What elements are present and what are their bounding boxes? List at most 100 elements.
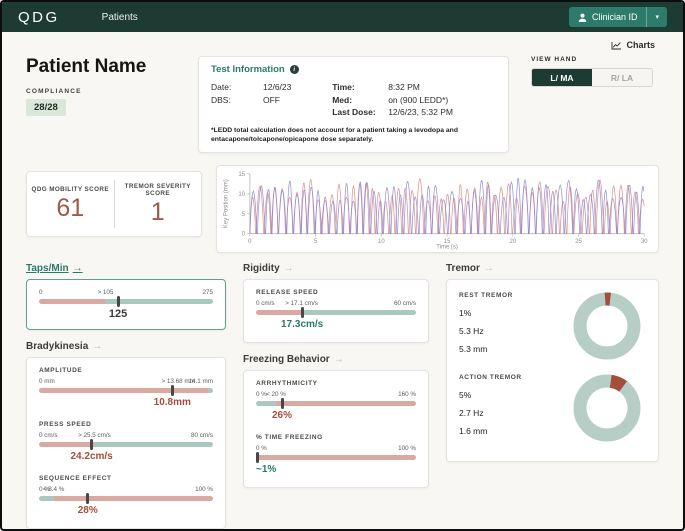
- slider-track: [256, 401, 416, 406]
- test-info-row-dbs: DBS: OFF: [211, 94, 320, 107]
- taps-per-min-link[interactable]: Taps/Min →: [26, 263, 226, 274]
- last-dose-label: Last Dose:: [332, 106, 388, 119]
- amplitude-value: 10.8mm: [154, 397, 191, 408]
- freezing-behavior-link[interactable]: Freezing Behavior →: [243, 354, 429, 365]
- amplitude-label: AMPLITUDE: [39, 367, 213, 374]
- rigidity-title: Rigidity: [243, 263, 280, 274]
- arrow-right-icon: →: [92, 341, 102, 352]
- slider-track: [39, 496, 213, 501]
- arrhythmicity-value: 26%: [272, 410, 292, 421]
- tremor-link[interactable]: Tremor →: [446, 263, 659, 274]
- action-tremor-donut: [570, 371, 644, 445]
- time-freezing-value: ~1%: [256, 464, 276, 475]
- test-info-row-med: Med: on (900 LEDD*): [332, 94, 496, 107]
- svg-text:10: 10: [378, 239, 385, 245]
- rest-tremor-mm: 5.3 mm: [459, 344, 513, 354]
- bradykinesia-link[interactable]: Bradykinesia →: [26, 341, 226, 352]
- charts-link-label: Charts: [626, 40, 655, 50]
- svg-text:Time (s): Time (s): [436, 244, 458, 249]
- clinician-id-main[interactable]: Clinician ID: [569, 7, 647, 27]
- slider-max-label: 80 cm/s: [191, 432, 213, 439]
- rigidity-panel: RELEASE SPEED 0 cm/s > 17.1 cm/s 60 cm/s…: [243, 279, 429, 343]
- patient-name: Patient Name: [26, 56, 176, 78]
- taps-slider-labels: 0 > 105 275: [39, 289, 213, 298]
- tremor-title: Tremor: [446, 263, 480, 274]
- svg-text:Key Position (mm): Key Position (mm): [224, 179, 230, 228]
- arrow-right-icon: →: [73, 263, 83, 274]
- charts-row: Charts: [26, 38, 659, 54]
- slider-max-label: 100 %: [398, 445, 416, 452]
- time-value: 8:32 PM: [388, 81, 420, 94]
- time-freezing-slider: 0 % 100 % ~1%: [256, 445, 416, 477]
- test-info-header: Test Information i: [211, 64, 496, 75]
- taps-title: Taps/Min: [26, 263, 69, 274]
- key-position-chart-card: 051015051015202530Time (s)Key Position (…: [216, 165, 659, 253]
- taps-slider: 0 > 105 275 125: [39, 289, 213, 321]
- metrics-column-2: Rigidity → RELEASE SPEED 0 cm/s > 17.1 c…: [243, 263, 429, 488]
- slider-marker: [171, 385, 174, 396]
- clinician-id-button[interactable]: Clinician ID ▾: [569, 7, 667, 27]
- person-icon: [578, 13, 587, 22]
- slider-max-label: 160 %: [398, 391, 416, 398]
- tremor-panel: REST TREMOR 1% 5.3 Hz 5.3 mm: [446, 279, 659, 462]
- metrics-column-1: Taps/Min → 0 > 105 275 125: [26, 263, 226, 529]
- action-tremor-pct: 5%: [459, 390, 522, 400]
- freezing-card: Freezing Behavior → ARRHYTHMICITY 0 % < …: [243, 354, 429, 488]
- action-tremor-hz: 2.7 Hz: [459, 408, 522, 418]
- compliance-label: COMPLIANCE: [26, 88, 176, 95]
- clinician-dropdown-caret[interactable]: ▾: [646, 7, 667, 27]
- rigidity-link[interactable]: Rigidity →: [243, 263, 429, 274]
- slider-min-label: 0 cm/s: [256, 300, 275, 307]
- rest-tremor-label: REST TREMOR: [459, 292, 513, 299]
- slider-min-label: 0 %: [256, 445, 267, 452]
- test-information-card: Test Information i Date: 12/6/23 DBS: OF…: [198, 56, 509, 153]
- sequence-effect-metric: SEQUENCE EFFECT 0 % < 8.4 % 100 % 28%: [39, 475, 213, 518]
- slider-track: [256, 310, 416, 315]
- patient-header-row: Patient Name COMPLIANCE 28/28 Test Infor…: [26, 56, 659, 153]
- slider-threshold-label: < 8.4 %: [43, 486, 65, 493]
- view-hand-right-button[interactable]: R/ LA: [592, 69, 652, 86]
- slider-threshold-label: > 105: [97, 289, 113, 296]
- mobility-score: QDG MOBILITY SCORE 61: [27, 172, 114, 236]
- taps-panel[interactable]: 0 > 105 275 125: [26, 279, 226, 330]
- slider-min-label: 0 mm: [39, 378, 55, 385]
- view-hand-left-button[interactable]: L/ MA: [532, 69, 592, 86]
- press-speed-value: 24.2cm/s: [70, 451, 112, 462]
- slider-threshold-label: > 17.1 cm/s: [285, 300, 318, 307]
- arrhythmicity-metric: ARRHYTHMICITY 0 % < 20 % 160 % 26%: [256, 380, 416, 423]
- slider-marker: [86, 493, 89, 504]
- patient-block: Patient Name COMPLIANCE 28/28: [26, 56, 176, 116]
- press-speed-slider: 0 cm/s > 25.5 cm/s 80 cm/s 24.2cm/s: [39, 432, 213, 464]
- arrow-right-icon: →: [484, 263, 494, 274]
- sequence-effect-label: SEQUENCE EFFECT: [39, 475, 213, 482]
- test-info-row-date: Date: 12/6/23: [211, 81, 320, 94]
- clinician-id-label: Clinician ID: [592, 12, 638, 22]
- slider-marker: [256, 452, 259, 463]
- rest-tremor-donut: [570, 289, 644, 363]
- key-position-line-chart: 051015051015202530Time (s)Key Position (…: [221, 169, 652, 250]
- slider-track: [256, 455, 416, 460]
- slider-track: [39, 299, 213, 304]
- amplitude-slider: 0 mm > 13.68 mm 14.1 mm 10.8mm: [39, 378, 213, 410]
- taps-card: Taps/Min → 0 > 105 275 125: [26, 263, 226, 330]
- nav-patients[interactable]: Patients: [102, 12, 138, 23]
- svg-text:10: 10: [238, 192, 245, 198]
- charts-link[interactable]: Charts: [611, 40, 655, 50]
- arrhythmicity-slider: 0 % < 20 % 160 % 26%: [256, 391, 416, 423]
- mobility-score-label: QDG MOBILITY SCORE: [32, 186, 109, 193]
- test-info-body: Date: 12/6/23 DBS: OFF Time: 8:32 PM: [211, 81, 496, 119]
- info-icon[interactable]: i: [290, 65, 299, 74]
- svg-text:5: 5: [242, 212, 246, 218]
- bradykinesia-card: Bradykinesia → AMPLITUDE 0 mm > 13.68 mm…: [26, 341, 226, 529]
- date-value: 12/6/23: [263, 81, 291, 94]
- sequence-effect-slider: 0 % < 8.4 % 100 % 28%: [39, 486, 213, 518]
- view-hand-label: VIEW HAND: [531, 56, 659, 63]
- tremor-card: Tremor → REST TREMOR 1% 5.3 Hz 5.3 mm: [446, 263, 659, 462]
- arrhythmicity-label: ARRHYTHMICITY: [256, 380, 416, 387]
- time-freezing-label: % TIME FREEZING: [256, 434, 416, 441]
- time-label: Time:: [332, 81, 388, 94]
- qdg-logo: QDG: [18, 9, 60, 26]
- slider-max-label: 60 cm/s: [394, 300, 416, 307]
- test-info-right-column: Time: 8:32 PM Med: on (900 LEDD*) Last D…: [332, 81, 496, 119]
- amplitude-metric: AMPLITUDE 0 mm > 13.68 mm 14.1 mm 10.8mm: [39, 367, 213, 410]
